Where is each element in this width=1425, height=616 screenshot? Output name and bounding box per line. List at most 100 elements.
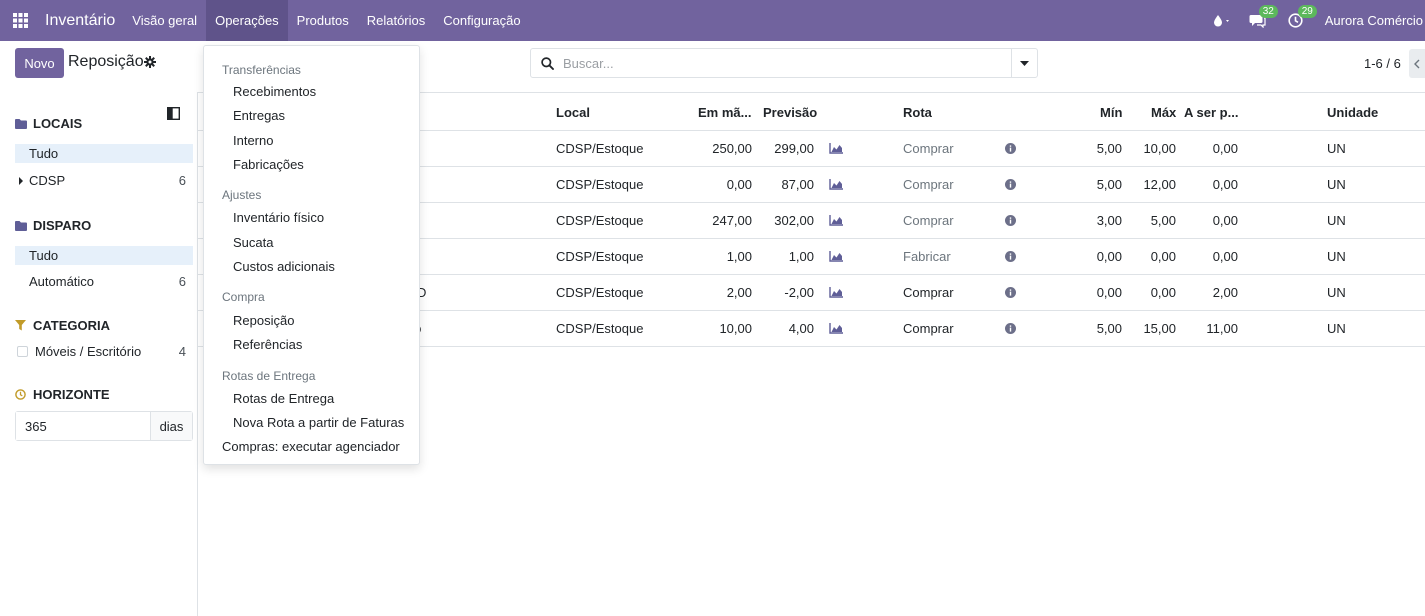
col-local[interactable]: Local xyxy=(556,105,590,120)
dd-section-transferencias: Transferências xyxy=(222,63,301,77)
menu-visao-geral[interactable]: Visão geral xyxy=(123,0,206,41)
section-title: DISPARO xyxy=(33,218,92,233)
caret-right-icon[interactable] xyxy=(19,177,23,185)
cell-rota[interactable]: Comprar xyxy=(903,285,954,300)
filter-disparo-tudo[interactable]: Tudo xyxy=(15,246,193,265)
cell-em-mao: 2,00 xyxy=(726,285,752,300)
area-chart-icon[interactable] xyxy=(829,178,843,193)
chevron-left-icon[interactable] xyxy=(1409,49,1425,78)
cell-min: 0,00 xyxy=(1096,285,1122,300)
cell-rota[interactable]: Comprar xyxy=(903,321,954,336)
cell-rota[interactable]: Comprar xyxy=(903,141,954,156)
col-max[interactable]: Máx xyxy=(1151,105,1176,120)
cell-a-ser: 2,00 xyxy=(1212,285,1238,300)
gear-icon[interactable] xyxy=(144,56,156,71)
menu-operacoes[interactable]: Operações xyxy=(206,0,288,41)
col-em-mao[interactable]: Em mã... xyxy=(698,105,751,120)
cell-em-mao: 247,00 xyxy=(712,213,752,228)
filter-locais-cdsp[interactable]: CDSP 6 xyxy=(15,171,193,190)
info-icon[interactable] xyxy=(1005,214,1016,229)
cell-local: CDSP/Estoque xyxy=(556,141,644,156)
pager-value[interactable]: 1-6 / 6 xyxy=(1364,56,1401,71)
dd-item-nova-rota[interactable]: Nova Rota a partir de Faturas xyxy=(233,415,404,430)
filter-categoria-moveis[interactable]: Móveis / Escritório 4 xyxy=(15,342,193,361)
dd-item-reposicao[interactable]: Reposição xyxy=(233,313,294,328)
section-categoria: CATEGORIA xyxy=(15,318,110,333)
chevron-down-icon[interactable] xyxy=(1011,49,1037,77)
info-icon[interactable] xyxy=(1005,142,1016,157)
filter-disparo-automatico[interactable]: Automático 6 xyxy=(15,272,193,291)
cell-max: 5,00 xyxy=(1150,213,1176,228)
col-unidade[interactable]: Unidade xyxy=(1327,105,1378,120)
panel-toggle-icon[interactable] xyxy=(166,106,181,123)
dd-item-rotas-de-entrega[interactable]: Rotas de Entrega xyxy=(233,391,334,406)
checkbox[interactable] xyxy=(17,346,28,357)
col-a-ser[interactable]: A ser p... xyxy=(1184,105,1238,120)
cell-min: 0,00 xyxy=(1096,249,1122,264)
cell-previsao: 302,00 xyxy=(774,213,814,228)
area-chart-icon[interactable] xyxy=(829,322,843,337)
horizon-field: dias xyxy=(15,411,193,441)
col-rota[interactable]: Rota xyxy=(903,105,932,120)
dd-item-compras-agenciador[interactable]: Compras: executar agenciador xyxy=(222,439,400,454)
messages-badge: 32 xyxy=(1258,5,1278,18)
operacoes-dropdown: Transferências Recebimentos Entregas Int… xyxy=(203,45,420,465)
drop-icon[interactable] xyxy=(1213,14,1231,28)
filter-locais-tudo[interactable]: Tudo xyxy=(15,144,193,163)
info-icon[interactable] xyxy=(1005,286,1016,301)
cell-local: CDSP/Estoque xyxy=(556,285,644,300)
horizon-input[interactable] xyxy=(16,412,151,440)
cell-max: 10,00 xyxy=(1143,141,1176,156)
cell-rota[interactable]: Fabricar xyxy=(903,249,951,264)
dd-section-ajustes: Ajustes xyxy=(222,188,262,202)
cell-rota[interactable]: Comprar xyxy=(903,177,954,192)
col-min[interactable]: Mín xyxy=(1100,105,1122,120)
filter-label: CDSP xyxy=(29,173,66,188)
info-icon[interactable] xyxy=(1005,250,1016,265)
cell-local: CDSP/Estoque xyxy=(556,321,644,336)
info-icon[interactable] xyxy=(1005,178,1016,193)
cell-max: 0,00 xyxy=(1150,249,1176,264)
dd-item-fabricacoes[interactable]: Fabricações xyxy=(233,157,304,172)
dd-item-entregas[interactable]: Entregas xyxy=(233,108,285,123)
filter-count: 6 xyxy=(178,173,186,188)
chat-icon[interactable]: 32 xyxy=(1249,5,1278,28)
area-chart-icon[interactable] xyxy=(829,142,843,157)
cell-em-mao: 10,00 xyxy=(719,321,752,336)
folder-icon xyxy=(15,118,33,129)
cell-previsao: 299,00 xyxy=(774,141,814,156)
cell-min: 3,00 xyxy=(1096,213,1122,228)
horizon-unit: dias xyxy=(151,412,192,440)
dd-item-sucata[interactable]: Sucata xyxy=(233,235,273,250)
filter-icon xyxy=(15,320,33,331)
cell-max: 0,00 xyxy=(1150,285,1176,300)
cell-max: 15,00 xyxy=(1143,321,1176,336)
cell-min: 5,00 xyxy=(1096,141,1122,156)
clock-outline-icon xyxy=(15,389,33,400)
dd-item-interno[interactable]: Interno xyxy=(233,133,273,148)
cell-em-mao: 250,00 xyxy=(712,141,752,156)
dd-item-custos-adicionais[interactable]: Custos adicionais xyxy=(233,259,335,274)
dd-item-recebimentos[interactable]: Recebimentos xyxy=(233,84,316,99)
info-icon[interactable] xyxy=(1005,322,1016,337)
search-input[interactable] xyxy=(563,49,1011,77)
menu-configuracao[interactable]: Configuração xyxy=(434,0,529,41)
cell-unidade: UN xyxy=(1327,285,1346,300)
company-switcher[interactable]: Aurora Comércio xyxy=(1325,13,1425,28)
cell-unidade: UN xyxy=(1327,141,1346,156)
cell-unidade: UN xyxy=(1327,321,1346,336)
dd-item-inventario-fisico[interactable]: Inventário físico xyxy=(233,210,324,225)
area-chart-icon[interactable] xyxy=(829,250,843,265)
menu-relatorios[interactable]: Relatórios xyxy=(358,0,435,41)
app-brand[interactable]: Inventário xyxy=(41,0,123,41)
new-button[interactable]: Novo xyxy=(15,48,64,78)
top-navbar: Inventário Visão geral Operações Produto… xyxy=(0,0,1425,41)
col-previsao[interactable]: Previsão xyxy=(763,105,817,120)
cell-rota[interactable]: Comprar xyxy=(903,213,954,228)
menu-produtos[interactable]: Produtos xyxy=(288,0,358,41)
clock-icon[interactable]: 29 xyxy=(1288,5,1317,28)
dd-item-referencias[interactable]: Referências xyxy=(233,337,302,352)
area-chart-icon[interactable] xyxy=(829,214,843,229)
apps-grid-icon[interactable] xyxy=(0,0,41,41)
area-chart-icon[interactable] xyxy=(829,286,843,301)
